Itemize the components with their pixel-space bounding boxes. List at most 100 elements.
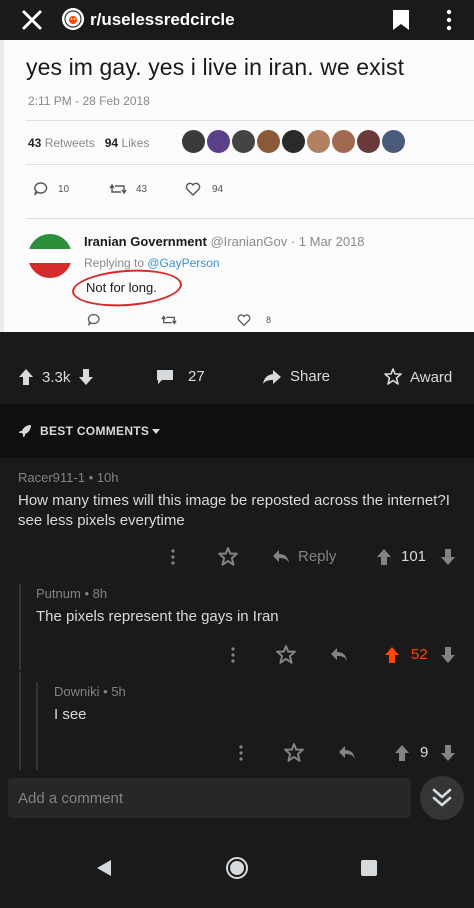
avatar xyxy=(282,130,305,153)
comment-icon xyxy=(157,369,173,384)
avatar xyxy=(307,130,330,153)
divider xyxy=(26,218,474,219)
award-button[interactable]: Award xyxy=(384,368,452,386)
post-vote-count: 3.3k xyxy=(42,368,71,386)
comment: Racer911-1 • 10h How many times will thi… xyxy=(18,470,458,531)
comment-age: 8h xyxy=(92,586,108,601)
comment-actions: 9 xyxy=(230,742,460,766)
replying-handle: @GayPerson xyxy=(147,256,220,270)
thread-line[interactable] xyxy=(36,682,38,770)
likes-count: 94 xyxy=(104,136,119,150)
top-bar: r/uselessredcircle xyxy=(0,0,474,40)
add-comment-input[interactable]: Add a comment xyxy=(8,778,411,818)
upvote-icon[interactable] xyxy=(376,548,392,566)
subreddit-icon[interactable] xyxy=(62,8,84,30)
like-count: 94 xyxy=(212,184,224,195)
system-nav-bar xyxy=(0,826,474,908)
share-label: Share xyxy=(290,368,331,385)
award-icon xyxy=(384,368,402,385)
subreddit-name[interactable]: r/uselessredcircle xyxy=(90,10,235,30)
double-chevron-down-icon xyxy=(432,788,452,807)
comment-actions: Reply 101 xyxy=(160,546,460,570)
reply-count: 10 xyxy=(58,184,70,195)
divider xyxy=(26,164,474,165)
replying-prefix: Replying to xyxy=(84,256,148,270)
likes-label: Likes xyxy=(121,136,150,150)
home-icon[interactable] xyxy=(225,856,249,880)
reply-icon xyxy=(34,182,48,196)
tweet-text: yes im gay. yes i live in iran. we exist xyxy=(26,54,405,80)
share-icon xyxy=(263,369,281,384)
reply-arrow-icon xyxy=(273,549,289,563)
downvote-icon[interactable] xyxy=(440,646,456,664)
share-button[interactable]: Share xyxy=(262,368,330,385)
avatar xyxy=(357,130,380,153)
retweet-icon xyxy=(109,183,127,195)
reply-arrow-icon[interactable] xyxy=(330,647,348,663)
comment-actions: 52 xyxy=(220,644,460,668)
retweets-label: Retweets xyxy=(44,136,95,150)
avatar xyxy=(332,130,355,153)
upvote-icon[interactable] xyxy=(18,368,34,386)
more-options-icon[interactable] xyxy=(230,646,236,664)
comment: Downiki • 5h I see xyxy=(54,684,454,725)
upvote-icon[interactable] xyxy=(384,646,400,664)
avatar xyxy=(182,130,205,153)
comment-vote-count: 52 xyxy=(411,646,428,663)
replying-to: Replying to @GayPerson xyxy=(84,256,220,270)
comments-button[interactable]: 27 xyxy=(156,368,205,385)
reply-button[interactable]: Reply xyxy=(272,548,336,565)
comment-count: 27 xyxy=(188,368,205,385)
reply-handle: @IranianGov · 1 Mar 2018 xyxy=(210,234,365,249)
reply-author-name: Iranian Government xyxy=(84,234,207,249)
recents-icon[interactable] xyxy=(360,859,378,877)
award-icon[interactable] xyxy=(276,645,296,665)
comment-body: I see xyxy=(54,706,87,723)
reply-tweet: Iranian Government @IranianGov · 1 Mar 2… xyxy=(26,230,466,330)
comment-vote-count: 101 xyxy=(401,548,427,565)
jump-to-next-button[interactable] xyxy=(420,776,464,820)
upvote-icon[interactable] xyxy=(394,744,410,762)
bookmark-icon[interactable] xyxy=(390,8,412,32)
more-options-icon[interactable] xyxy=(170,548,176,566)
comment-author[interactable]: Downiki xyxy=(54,684,100,699)
heart-icon xyxy=(237,314,251,327)
post-action-bar: 3.3k 27 Share Award xyxy=(0,360,474,394)
retweets-count: 43 xyxy=(28,136,42,150)
comment-author[interactable]: Racer911-1 xyxy=(18,470,85,485)
back-icon[interactable] xyxy=(94,858,114,878)
tweet-screenshot: yes im gay. yes i live in iran. we exist… xyxy=(4,40,474,332)
comment-meta: Putnum • 8h xyxy=(36,586,108,601)
comment-age: 5h xyxy=(111,684,126,699)
reply-author: Iranian Government @IranianGov · 1 Mar 2… xyxy=(84,234,365,249)
tweet-time: 2:11 PM - 28 Feb 2018 xyxy=(28,94,150,108)
avatar xyxy=(232,130,255,153)
reply-icon xyxy=(87,314,100,326)
avatar xyxy=(207,130,230,153)
more-options-icon[interactable] xyxy=(238,744,244,762)
reply-actions: 8 xyxy=(86,312,286,330)
retweet-icon xyxy=(161,315,177,325)
avatar xyxy=(382,130,405,153)
add-comment-bar: Add a comment xyxy=(0,770,474,826)
thread-line[interactable] xyxy=(19,584,21,670)
award-icon[interactable] xyxy=(218,547,238,567)
comment-author[interactable]: Putnum xyxy=(36,586,81,601)
close-icon[interactable] xyxy=(18,6,46,34)
vote-group: 3.3k xyxy=(18,368,94,386)
post-image[interactable]: yes im gay. yes i live in iran. we exist… xyxy=(0,40,474,332)
downvote-icon[interactable] xyxy=(440,744,456,762)
more-options-icon[interactable] xyxy=(440,8,458,32)
avatar xyxy=(257,130,280,153)
comment-body: The pixels represent the gays in Iran xyxy=(36,608,279,625)
thread-line[interactable] xyxy=(19,672,21,770)
downvote-icon[interactable] xyxy=(440,548,456,566)
downvote-icon[interactable] xyxy=(78,368,94,386)
award-icon[interactable] xyxy=(284,743,304,763)
comment-sort-bar[interactable]: BEST COMMENTS xyxy=(0,404,474,458)
iran-flag-avatar xyxy=(28,234,72,278)
comment-vote-count: 9 xyxy=(420,744,429,761)
award-label: Award xyxy=(410,368,453,386)
reply-arrow-icon[interactable] xyxy=(338,745,356,761)
comment: Putnum • 8h The pixels represent the gay… xyxy=(36,586,456,627)
